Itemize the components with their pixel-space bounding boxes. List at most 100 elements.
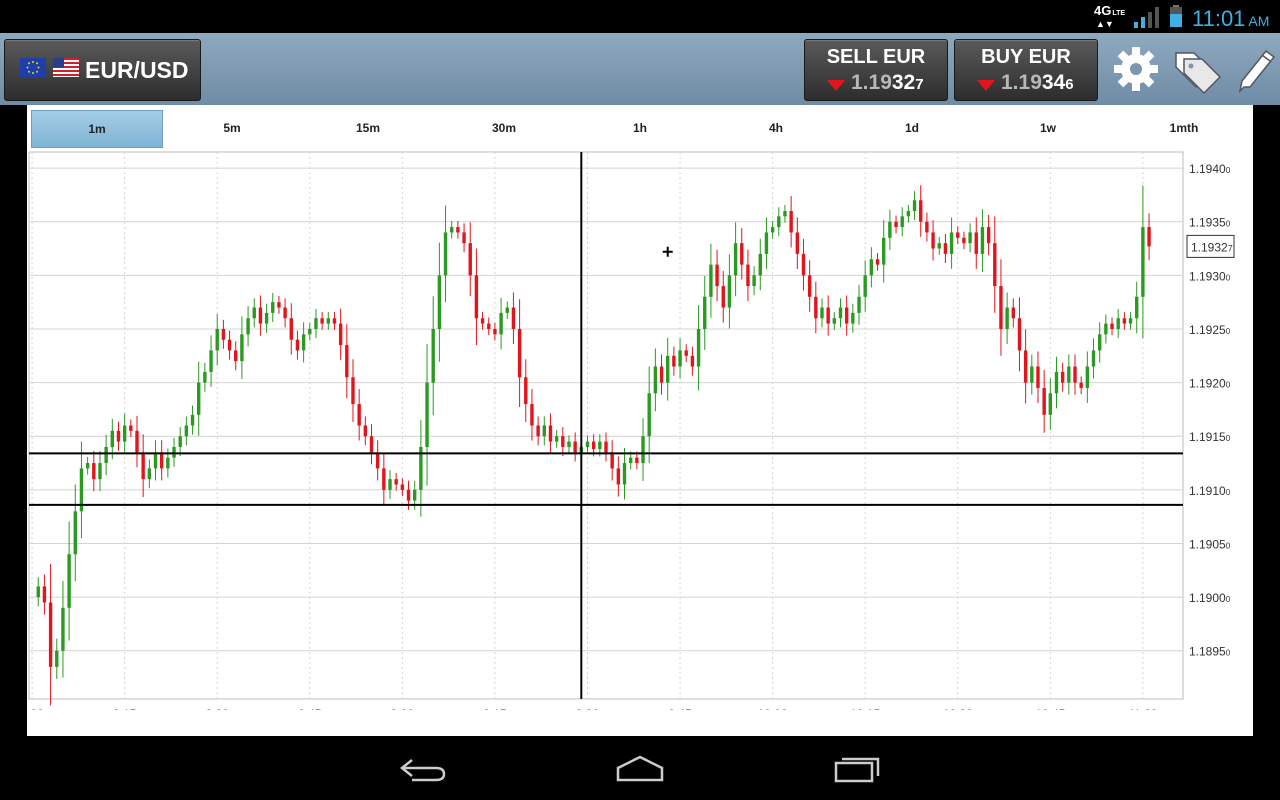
candle-body (295, 339, 300, 351)
candle-body (703, 296, 707, 329)
candle-body (153, 452, 158, 469)
candle-body (882, 237, 886, 265)
eu-flag-icon (20, 58, 46, 77)
candle-body (283, 307, 287, 319)
candle-body (554, 436, 559, 442)
candle-body (530, 404, 534, 426)
candle-body (98, 463, 102, 480)
tab-4h[interactable]: 4h (711, 110, 841, 146)
buy-eur-button[interactable]: BUY EUR 1.19346 (954, 39, 1098, 101)
back-icon[interactable] (396, 754, 452, 784)
candle-body (1116, 318, 1120, 329)
candle-body (610, 452, 614, 469)
candle-body (1079, 382, 1083, 388)
candle-body (178, 436, 182, 447)
candle-body (36, 586, 40, 598)
x-tick-label: 10:30 (943, 707, 973, 710)
recent-apps-icon[interactable] (830, 754, 886, 784)
candle-body (351, 377, 355, 405)
candle-body (184, 425, 189, 437)
candle-body (795, 232, 800, 254)
down-arrow-icon (827, 80, 845, 91)
candle-body (499, 312, 503, 335)
candle-body (388, 479, 392, 490)
candle-body (394, 479, 398, 485)
down-arrow-icon (977, 80, 995, 91)
candle-body (487, 323, 491, 329)
candle-body (604, 441, 608, 453)
candle-body (925, 221, 929, 233)
candle-body (628, 457, 633, 464)
candle-body (838, 307, 843, 319)
tab-1d[interactable]: 1d (847, 110, 977, 146)
candle-body (221, 328, 226, 340)
sell-eur-button[interactable]: SELL EUR 1.19327 (804, 39, 948, 101)
candle-body (1005, 307, 1009, 329)
tab-1h[interactable]: 1h (575, 110, 705, 146)
candle-body (696, 328, 701, 367)
y-tick-label: 1.19300 (1189, 269, 1231, 283)
candle-body (1060, 371, 1065, 383)
gear-icon[interactable] (1110, 43, 1162, 95)
candle-body (234, 350, 238, 362)
candle-body (55, 650, 59, 667)
candle-body (73, 511, 77, 555)
x-tick-label: 8:00 (27, 707, 44, 710)
candle-body (116, 430, 121, 442)
candle-body (203, 371, 207, 383)
tags-icon[interactable] (1172, 43, 1224, 95)
candle-body (591, 441, 596, 450)
candle-body (271, 302, 275, 313)
candle-body (1073, 366, 1077, 383)
x-tick-label: 10:15 (850, 707, 880, 710)
y-tick-label: 1.19150 (1189, 430, 1231, 444)
tab-5m[interactable]: 5m (167, 110, 297, 146)
candlestick-chart[interactable]: 1.19400 1.19350 1.19300 1.19250 1.19200 1.191… (27, 150, 1253, 710)
status-clock: 11:01 AM (1192, 6, 1269, 32)
candle-body (122, 425, 127, 442)
candle-body (622, 463, 627, 485)
candle-body (844, 307, 849, 324)
candle-body (172, 446, 176, 458)
y-tick-label: 1.19100 (1189, 484, 1231, 498)
candle-body (166, 457, 170, 469)
tab-30m[interactable]: 30m (439, 110, 569, 146)
candle-body (147, 468, 152, 480)
pencil-icon[interactable] (1230, 43, 1280, 95)
network-sub-label: LTE (1112, 10, 1126, 17)
candle-body (678, 350, 682, 367)
candle-body (974, 232, 978, 254)
candle-body (653, 366, 658, 394)
candle-body (474, 275, 479, 319)
y-tick-label: 1.19350 (1189, 216, 1231, 230)
tab-15m[interactable]: 15m (303, 110, 433, 146)
candle-body (851, 312, 855, 324)
currency-pair-button[interactable]: EUR/USD (4, 39, 201, 101)
candle-body (659, 366, 664, 383)
candle-body (468, 243, 472, 276)
candle-body (573, 441, 577, 453)
tab-1mth[interactable]: 1mth (1119, 110, 1249, 146)
y-tick-label: 1.19200 (1189, 377, 1231, 391)
candle-body (986, 227, 991, 244)
sell-price: 1.19327 (851, 71, 924, 95)
signal-icon (1134, 7, 1159, 28)
candle-body (764, 232, 769, 254)
candle-body (875, 259, 880, 265)
candle-body (770, 227, 775, 233)
candle-body (666, 355, 670, 383)
candle-body (375, 452, 380, 469)
candle-body (585, 441, 590, 447)
candle-body (209, 350, 213, 372)
candle-body (567, 441, 571, 447)
candle-body (493, 328, 497, 335)
tab-1w[interactable]: 1w (983, 110, 1113, 146)
candle-body (684, 350, 688, 356)
home-icon[interactable] (612, 754, 668, 784)
candle-body (635, 457, 639, 464)
tab-1m[interactable]: 1m (31, 110, 163, 148)
plot-area (28, 151, 1184, 700)
candle-body (789, 210, 793, 233)
candle-body (1023, 350, 1028, 383)
candle-body (820, 307, 824, 319)
